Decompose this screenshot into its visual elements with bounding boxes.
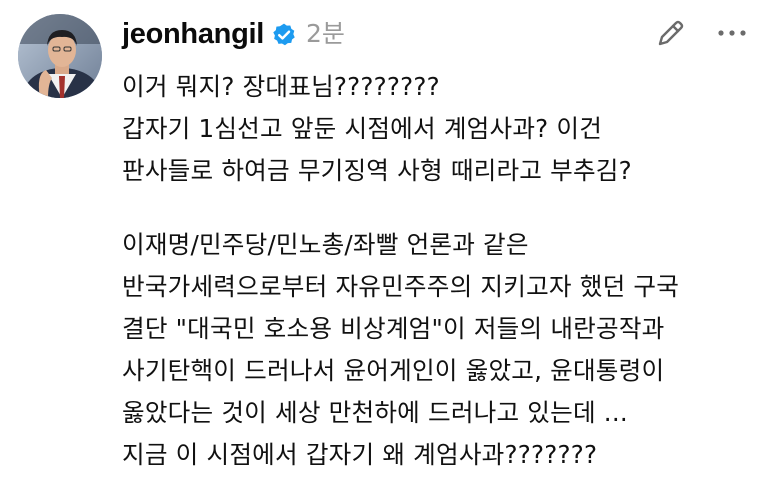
verified-badge-icon xyxy=(273,23,295,46)
threads-post: jeonhangil 2분 이거 뭐지? 장대표님???????? 갑자기 1심… xyxy=(0,0,780,484)
post-text-line: 옳았다는 것이 세상 만천하에 드러나고 있는데 ... xyxy=(122,398,628,427)
more-horizontal-icon[interactable] xyxy=(712,18,752,48)
post-text-line: 갑자기 1심선고 앞둔 시점에서 계엄사과? 이건 xyxy=(122,114,603,143)
post-text-line: 결단 "대국민 호소용 비상계엄"이 저들의 내란공작과 xyxy=(122,314,665,343)
username[interactable]: jeonhangil xyxy=(122,14,264,54)
post-text-line: 사기탄핵이 드러나서 윤어게인이 옳았고, 윤대통령이 xyxy=(122,356,665,385)
post-text-line: 이재명/민주당/민노총/좌빨 언론과 같은 xyxy=(122,230,529,259)
post-text-line: 지금 이 시점에서 갑자기 왜 계엄사과??????? xyxy=(122,440,598,469)
post-text-line: 반국가세력으로부터 자유민주주의 지키고자 했던 구국 xyxy=(122,272,680,301)
avatar[interactable] xyxy=(18,14,102,98)
pencil-icon[interactable] xyxy=(654,16,688,50)
post-text-line: 이거 뭐지? 장대표님???????? xyxy=(122,72,440,101)
post-body: 이거 뭐지? 장대표님???????? 갑자기 1심선고 앞둔 시점에서 계엄사… xyxy=(122,66,762,476)
post-timestamp: 2분 xyxy=(306,19,345,48)
post-text-line: 판사들로 하여금 무기징역 사형 때리라고 부추김? xyxy=(122,156,632,185)
user-avatar-photo-icon xyxy=(18,14,102,98)
